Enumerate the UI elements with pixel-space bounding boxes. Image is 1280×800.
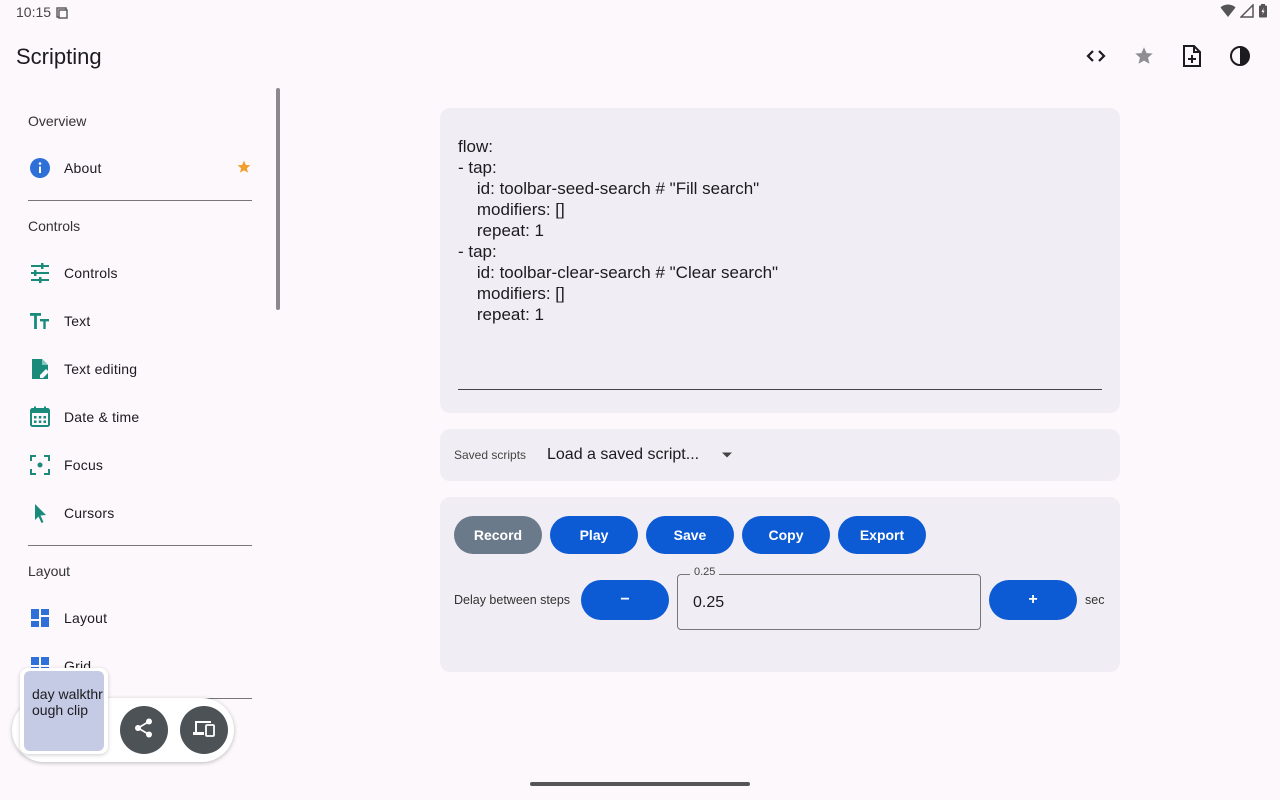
sidebar-item-label: Focus xyxy=(64,457,104,473)
info-icon xyxy=(28,156,52,180)
devices-icon xyxy=(192,718,216,743)
edit-document-icon xyxy=(28,357,52,381)
cursor-pointer-icon xyxy=(28,501,52,525)
delay-field-label: 0.25 xyxy=(690,566,720,578)
saved-scripts-selected: Load a saved script... xyxy=(547,446,700,463)
delay-label: Delay between steps xyxy=(454,593,571,607)
save-button[interactable]: Save xyxy=(646,516,734,554)
sidebar-item-text-editing[interactable]: Text editing xyxy=(28,349,252,389)
tune-icon xyxy=(28,261,52,285)
sidebar-item-label: About xyxy=(64,160,102,176)
script-editor-card: flow: - tap: id: toolbar-seed-search # "… xyxy=(440,108,1120,413)
saved-scripts-label: Saved scripts xyxy=(454,448,527,462)
favorite-star-icon[interactable] xyxy=(236,159,252,180)
divider xyxy=(28,545,252,546)
export-button[interactable]: Export xyxy=(838,516,926,554)
script-editor[interactable]: flow: - tap: id: toolbar-seed-search # "… xyxy=(458,136,778,325)
sidebar-item-label: Controls xyxy=(64,265,118,281)
section-header-controls: Controls xyxy=(28,218,81,234)
divider xyxy=(28,200,252,201)
home-indicator[interactable] xyxy=(530,782,750,786)
code-icon[interactable] xyxy=(1072,36,1120,76)
share-button[interactable] xyxy=(120,706,168,754)
saved-scripts-card: Saved scripts Load a saved script... xyxy=(440,429,1120,481)
calendar-icon xyxy=(28,405,52,429)
sidebar-item-text[interactable]: Text xyxy=(28,301,252,341)
star-icon[interactable] xyxy=(1120,36,1168,76)
dashboard-icon xyxy=(28,606,52,630)
cell-signal-icon xyxy=(1239,3,1254,23)
delay-field-value: 0.25 xyxy=(693,594,725,611)
share-icon xyxy=(133,717,155,744)
top-actions xyxy=(1072,36,1264,76)
battery-icon xyxy=(1258,4,1268,23)
play-button[interactable]: Play xyxy=(550,516,638,554)
app-title: Scripting xyxy=(16,44,102,69)
sidebar-item-label: Date & time xyxy=(64,409,140,425)
delay-field[interactable]: 0.25 0.25 xyxy=(677,566,981,630)
saved-scripts-dropdown[interactable]: Load a saved script... xyxy=(547,443,733,467)
contrast-icon[interactable] xyxy=(1216,36,1264,76)
sidebar-item-label: Text editing xyxy=(64,361,138,377)
status-time: 10:15 xyxy=(16,4,52,20)
copy-button[interactable]: Copy xyxy=(742,516,830,554)
sidebar-scrollbar[interactable] xyxy=(276,88,280,310)
sidebar-item-label: Cursors xyxy=(64,505,115,521)
sidebar-item-date-time[interactable]: Date & time xyxy=(28,397,252,437)
dropdown-caret-icon xyxy=(721,446,733,464)
editor-underline xyxy=(458,389,1102,390)
sidebar-item-controls[interactable]: Controls xyxy=(28,253,252,293)
text-fields-icon xyxy=(28,309,52,333)
sidebar-item-label: Text xyxy=(64,313,91,329)
clip-title: day walkthrough clip xyxy=(24,671,104,751)
wifi-icon xyxy=(1220,4,1236,23)
screen-icon xyxy=(56,6,68,24)
devices-button[interactable] xyxy=(180,706,228,754)
sidebar-item-cursors[interactable]: Cursors xyxy=(28,493,252,533)
record-button[interactable]: Record xyxy=(454,516,542,554)
center-focus-icon xyxy=(28,453,52,477)
section-header-layout: Layout xyxy=(28,563,71,579)
sidebar-item-layout[interactable]: Layout xyxy=(28,598,252,638)
sidebar-item-label: Layout xyxy=(64,610,108,626)
clip-thumbnail[interactable]: day walkthrough clip xyxy=(20,668,108,754)
increase-delay-button[interactable]: + xyxy=(989,580,1077,620)
sidebar-item-about[interactable]: About xyxy=(28,148,252,188)
sidebar-item-focus[interactable]: Focus xyxy=(28,445,252,485)
section-header-overview: Overview xyxy=(28,113,87,129)
controls-card: Record Play Save Copy Export Delay betwe… xyxy=(440,497,1120,672)
note-add-icon[interactable] xyxy=(1168,36,1216,76)
decrease-delay-button[interactable]: − xyxy=(581,580,669,620)
delay-unit-label: sec xyxy=(1085,593,1105,607)
status-bar: 10:15 xyxy=(0,0,1280,24)
